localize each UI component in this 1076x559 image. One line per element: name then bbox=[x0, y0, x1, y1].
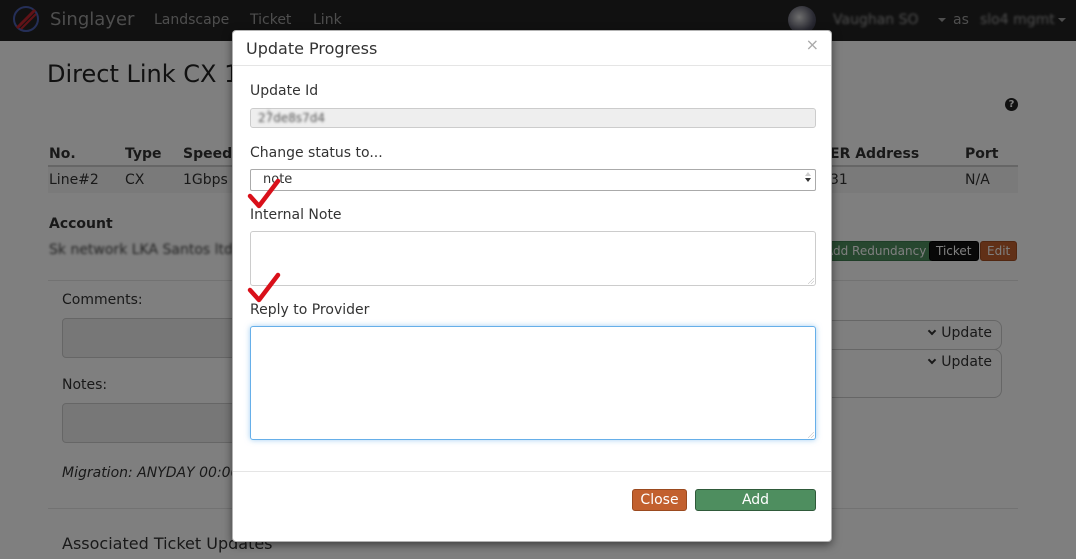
checkmark-icon bbox=[247, 178, 281, 209]
update-id-field: 27̀de8s7d4 bbox=[250, 108, 816, 128]
resize-handle-icon[interactable] bbox=[808, 432, 814, 438]
status-select[interactable]: note bbox=[250, 169, 816, 191]
update-id-value: 27̀de8s7d4 bbox=[258, 111, 326, 125]
modal-header: Update Progress × bbox=[233, 31, 831, 66]
internal-note-label: Internal Note bbox=[250, 207, 342, 223]
status-label: Change status to... bbox=[250, 145, 383, 161]
modal-title: Update Progress bbox=[246, 39, 378, 58]
modal-footer: Close Add bbox=[233, 471, 831, 541]
add-button[interactable]: Add bbox=[695, 489, 816, 511]
internal-note-textarea[interactable] bbox=[250, 231, 816, 286]
reply-to-provider-label: Reply to Provider bbox=[250, 302, 370, 318]
chevron-down-icon bbox=[805, 178, 811, 182]
reply-to-provider-textarea[interactable] bbox=[250, 326, 816, 440]
resize-handle-icon[interactable] bbox=[808, 278, 814, 284]
update-progress-modal: Update Progress × Update Id 27̀de8s7d4 C… bbox=[232, 30, 832, 542]
checkmark-icon bbox=[247, 272, 281, 303]
select-up-icon bbox=[805, 172, 811, 176]
close-icon[interactable]: × bbox=[806, 35, 819, 54]
update-id-label: Update Id bbox=[250, 83, 319, 99]
close-button[interactable]: Close bbox=[632, 489, 687, 511]
